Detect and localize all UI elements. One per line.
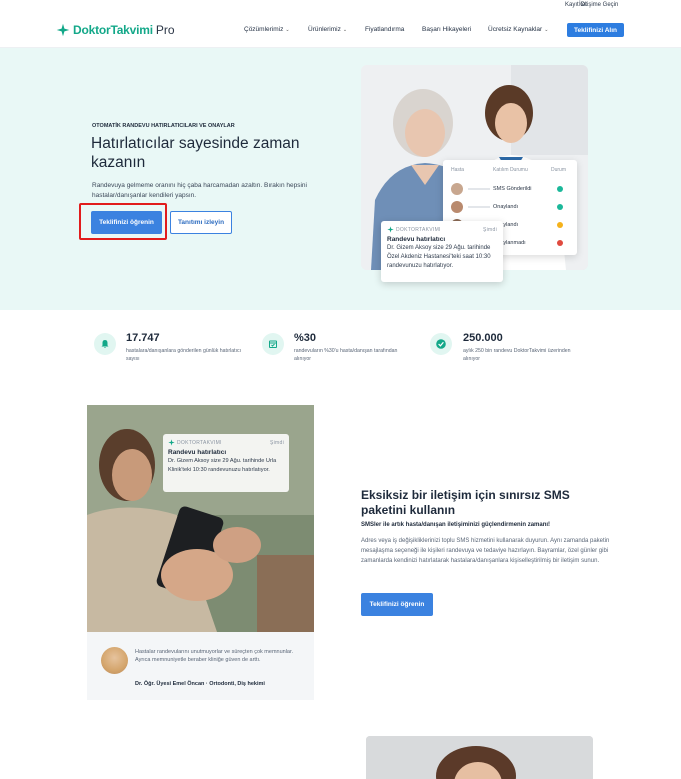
contact-link[interactable]: İletişime Geçin bbox=[579, 2, 618, 8]
avatar bbox=[101, 647, 128, 674]
calendar-check-icon bbox=[269, 340, 277, 348]
watch-demo-button[interactable]: Tanıtımı izleyin bbox=[170, 211, 232, 234]
chevron-down-icon: ⌄ bbox=[285, 26, 290, 33]
logo-star-icon bbox=[56, 23, 70, 37]
doctor-portrait-illustration bbox=[366, 736, 593, 779]
utility-bar: Kayıt Ol İletişime Geçin bbox=[0, 0, 681, 12]
sms-section-body: Adres veya iş değişikliklerinizi toplu S… bbox=[361, 538, 610, 564]
notification-header: DOKTORTAKVIMI Şimdi bbox=[387, 226, 497, 233]
placeholder-line bbox=[468, 206, 490, 208]
main-header: DoktorTakvimi Pro Çözümlerimiz ⌄ Ürünleri… bbox=[0, 12, 681, 48]
avatar bbox=[451, 201, 463, 213]
bell-icon bbox=[101, 340, 109, 348]
logo-star-icon bbox=[387, 226, 394, 233]
testimonial-quote: Hastalar randevularını unutmuyorlar ve s… bbox=[135, 649, 294, 663]
stat-icon-wrap bbox=[94, 333, 116, 355]
nav-solutions[interactable]: Çözümlerimiz ⌄ bbox=[244, 26, 290, 33]
status-text: SMS Gönderildi bbox=[493, 186, 532, 192]
status-dot bbox=[557, 204, 563, 210]
check-circle-icon bbox=[436, 339, 446, 349]
status-row: Onaylandı bbox=[443, 199, 577, 217]
notification-title: Randevu hatırlatıcı bbox=[168, 449, 227, 456]
notification-app: DOKTORTAKVIMI bbox=[396, 226, 441, 233]
sms-section-title: Eksiksiz bir iletişim için sınırsız SMS … bbox=[361, 488, 570, 517]
col-patient: Hasta bbox=[451, 167, 465, 173]
status-dot bbox=[557, 222, 563, 228]
sms-learn-quote-button[interactable]: Teklifinizi öğrenin bbox=[361, 593, 433, 616]
logo-star-icon bbox=[168, 439, 175, 446]
reminder-notification-2: DOKTORTAKVIMI Şimdi Randevu hatırlatıcı … bbox=[163, 434, 289, 492]
stat-description: hastalara/danışanlara gönderilen günlük … bbox=[126, 348, 242, 362]
status-dot bbox=[557, 186, 563, 192]
notification-body: Dr. Gizem Aksoy size 29 Ağu. tarihinde Ö… bbox=[387, 245, 491, 269]
testimonial-card: Hastalar randevularını unutmuyorlar ve s… bbox=[87, 632, 314, 700]
notification-title: Randevu hatırlatıcı bbox=[387, 236, 446, 243]
get-quote-button[interactable]: Teklifinizi Alın bbox=[567, 23, 624, 37]
chevron-down-icon: ⌄ bbox=[544, 26, 549, 33]
nav-products[interactable]: Ürünlerimiz ⌄ bbox=[308, 26, 347, 33]
status-text: Onaylandı bbox=[493, 204, 519, 210]
nav-label: Başarı Hikayeleri bbox=[422, 26, 472, 33]
bottom-photo bbox=[366, 736, 593, 779]
stat-icon-wrap bbox=[430, 333, 452, 355]
nav-pricing[interactable]: Fiyatlandırma bbox=[365, 26, 404, 33]
nav-label: Ücretsiz Kaynaklar bbox=[488, 26, 543, 33]
stat-description: aylık 250 bin randevu DoktorTakvimi üzer… bbox=[463, 348, 571, 362]
logo-name: DoktorTakvimi bbox=[73, 23, 153, 37]
col-attendance: Katılım Durumu bbox=[493, 167, 528, 173]
nav-label: Çözümlerimiz bbox=[244, 26, 284, 33]
testimonial-author: Dr. Öğr. Üyesi Emel Öncan · Ortodonti, D… bbox=[135, 681, 265, 687]
notification-time: Şimdi bbox=[269, 439, 284, 446]
hero-eyebrow: OTOMATİK RANDEVU HATIRLATICILARI VE ONAY… bbox=[92, 123, 235, 129]
reminder-notification: DOKTORTAKVIMI Şimdi Randevu hatırlatıcı … bbox=[381, 221, 503, 282]
logo-suffix: Pro bbox=[155, 23, 175, 37]
notification-time: Şimdi bbox=[482, 226, 497, 233]
status-row: SMS Gönderildi bbox=[443, 181, 577, 199]
highlight-box bbox=[79, 203, 167, 240]
stat-value: %30 bbox=[294, 332, 317, 344]
chevron-down-icon: ⌄ bbox=[342, 26, 348, 33]
notification-body: Dr. Gizem Aksoy size 29 Ağu. tarihinde U… bbox=[168, 458, 277, 473]
nav-free-resources[interactable]: Ücretsiz Kaynaklar ⌄ bbox=[488, 26, 548, 33]
logo[interactable]: DoktorTakvimi Pro bbox=[56, 23, 175, 37]
status-dot bbox=[557, 240, 563, 246]
sms-section-subtitle: SMSler ile artık hasta/danışan iletişimi… bbox=[361, 522, 551, 528]
avatar bbox=[451, 183, 463, 195]
notification-app: DOKTORTAKVIMI bbox=[177, 439, 222, 446]
hero-title: Hatırlatıcılar sayesinde zaman kazanın bbox=[91, 135, 300, 171]
stat-value: 17.747 bbox=[126, 332, 160, 344]
notification-header: DOKTORTAKVIMI Şimdi bbox=[168, 439, 284, 446]
nav-label: Fiyatlandırma bbox=[365, 26, 405, 33]
col-state: Durum bbox=[551, 167, 567, 173]
hero-description: Randevuya gelmeme oranını hiç çaba harca… bbox=[92, 182, 307, 199]
placeholder-line bbox=[468, 188, 490, 190]
stat-icon-wrap bbox=[262, 333, 284, 355]
stat-description: randevuların %30'u hasta/danışan tarafın… bbox=[294, 348, 398, 362]
nav-success-stories[interactable]: Başarı Hikayeleri bbox=[422, 26, 471, 33]
stat-value: 250.000 bbox=[463, 332, 503, 344]
nav-label: Ürünlerimiz bbox=[308, 26, 341, 33]
